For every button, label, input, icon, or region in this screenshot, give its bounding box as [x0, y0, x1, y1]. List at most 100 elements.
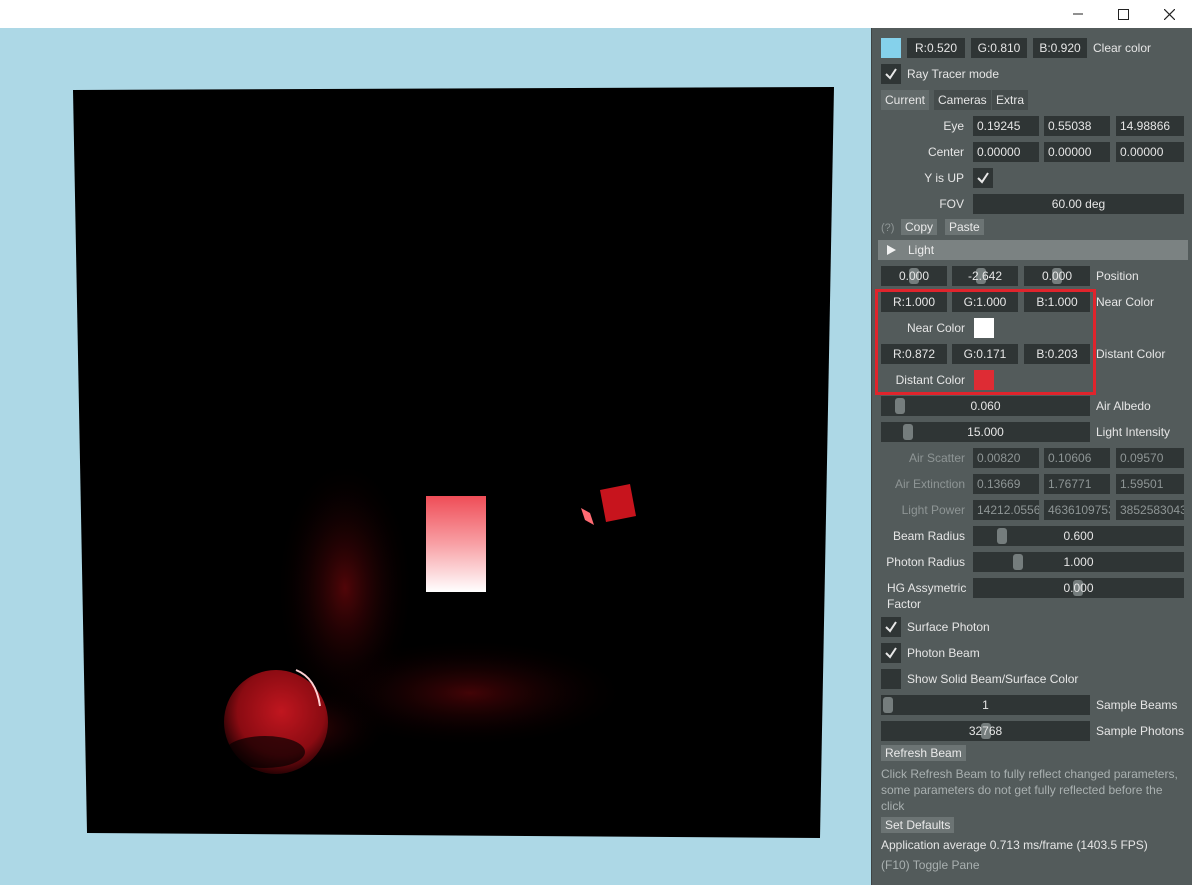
slider-grab[interactable] — [1013, 554, 1023, 570]
check-icon — [885, 621, 897, 633]
fov-label: FOV — [939, 197, 964, 211]
fps-readout: Application average 0.713 ms/frame (1403… — [881, 838, 1148, 852]
light-intensity-slider[interactable]: 15.000 — [881, 422, 1090, 442]
slider-grab[interactable] — [883, 697, 893, 713]
air-extinction-label: Air Extinction — [894, 477, 965, 491]
note-line-1: Click Refresh Beam to fully reflect chan… — [881, 767, 1178, 781]
air-albedo-value: 0.060 — [970, 399, 1001, 413]
near-color-label: Near Color — [1096, 295, 1155, 309]
position-label: Position — [1096, 269, 1139, 283]
highlight-box — [875, 289, 1096, 395]
position-y-slider[interactable]: -2.642 — [952, 266, 1018, 286]
tab-current[interactable]: Current — [881, 90, 930, 110]
sample-beams-slider[interactable]: 1 — [881, 695, 1090, 715]
position-y-value: -2.642 — [967, 269, 1003, 283]
close-button[interactable] — [1146, 0, 1192, 28]
air-scatter-g: 0.10606 — [1044, 448, 1110, 468]
light-intensity-value: 15.000 — [967, 425, 1004, 439]
position-z-slider[interactable]: 0.000 — [1024, 266, 1090, 286]
minimize-button[interactable] — [1055, 0, 1101, 28]
set-defaults-button[interactable]: Set Defaults — [881, 817, 955, 833]
clear-color-swatch[interactable] — [881, 38, 901, 58]
photon-beam-label: Photon Beam — [907, 646, 980, 660]
render-viewport[interactable] — [0, 28, 871, 885]
center-label: Center — [927, 145, 964, 159]
center-y-field[interactable]: 0.00000 — [1044, 142, 1110, 162]
check-icon — [885, 647, 897, 659]
minimize-icon — [1073, 13, 1083, 15]
show-solid-checkbox[interactable] — [881, 669, 901, 689]
settings-panel: R:0.520 G:0.810 B:0.920 Clear color Ray … — [871, 28, 1192, 885]
eye-x-field[interactable]: 0.19245 — [973, 116, 1039, 136]
photon-radius-slider[interactable]: 1.000 — [973, 552, 1184, 572]
air-scatter-r: 0.00820 — [973, 448, 1039, 468]
air-extinction-r: 0.13669 — [973, 474, 1039, 494]
light-power-b: 38525830432 — [1116, 500, 1184, 520]
rendered-scene — [73, 87, 834, 838]
air-albedo-slider[interactable]: 0.060 — [881, 396, 1090, 416]
expand-arrow-icon — [887, 245, 896, 255]
photon-radius-label: Photon Radius — [886, 555, 965, 569]
fov-slider[interactable]: 60.00 deg — [973, 194, 1184, 214]
toggle-pane-hint: (F10) Toggle Pane — [881, 858, 980, 872]
ray-tracer-checkbox[interactable] — [881, 64, 901, 84]
light-power-label: Light Power — [901, 503, 965, 517]
refresh-beam-button[interactable]: Refresh Beam — [881, 745, 966, 761]
clear-color-label: Clear color — [1093, 41, 1152, 55]
light-header-label: Light — [908, 243, 935, 257]
beam-radius-label: Beam Radius — [892, 529, 965, 543]
ray-tracer-label: Ray Tracer mode — [907, 67, 1000, 81]
surface-photon-checkbox[interactable] — [881, 617, 901, 637]
center-z-field[interactable]: 0.00000 — [1116, 142, 1184, 162]
clear-b-field[interactable]: B:0.920 — [1033, 38, 1087, 58]
hg-factor-slider[interactable]: 0.000 — [973, 578, 1184, 598]
clear-r-field[interactable]: R:0.520 — [907, 38, 965, 58]
air-scatter-b: 0.09570 — [1116, 448, 1184, 468]
maximize-icon — [1117, 8, 1129, 20]
copy-button[interactable]: Copy — [901, 219, 938, 235]
tab-extra[interactable]: Extra — [992, 90, 1029, 110]
photon-beam-checkbox[interactable] — [881, 643, 901, 663]
sample-beams-label: Sample Beams — [1096, 698, 1178, 712]
air-scatter-label: Air Scatter — [908, 451, 965, 465]
photon-radius-value: 1.000 — [1063, 555, 1094, 569]
sample-photons-label: Sample Photons — [1096, 724, 1185, 738]
light-section-header[interactable]: Light — [878, 240, 1188, 260]
center-x-field[interactable]: 0.00000 — [973, 142, 1039, 162]
maximize-button[interactable] — [1100, 0, 1146, 28]
title-bar — [0, 0, 1192, 28]
slider-grab[interactable] — [895, 398, 905, 414]
position-z-value: 0.000 — [1041, 269, 1073, 283]
eye-y-field[interactable]: 0.55038 — [1044, 116, 1110, 136]
close-icon — [1163, 8, 1175, 20]
air-extinction-b: 1.59501 — [1116, 474, 1184, 494]
light-power-g: 46361097536 — [1044, 500, 1110, 520]
hg-factor-value: 0.000 — [1063, 581, 1094, 595]
paste-button[interactable]: Paste — [945, 219, 984, 235]
slider-grab[interactable] — [997, 528, 1007, 544]
show-solid-label: Show Solid Beam/Surface Color — [907, 672, 1079, 686]
distant-color-label: Distant Color — [1096, 347, 1166, 361]
sample-photons-value: 32768 — [968, 724, 1003, 738]
surface-photon-label: Surface Photon — [907, 620, 990, 634]
eye-label: Eye — [943, 119, 964, 133]
check-icon — [977, 172, 989, 184]
check-icon — [885, 68, 897, 80]
air-extinction-g: 1.76771 — [1044, 474, 1110, 494]
y-is-up-label: Y is UP — [924, 171, 964, 185]
clear-g-field[interactable]: G:0.810 — [971, 38, 1027, 58]
beam-radius-slider[interactable]: 0.600 — [973, 526, 1184, 546]
eye-z-field[interactable]: 14.98866 — [1116, 116, 1184, 136]
y-is-up-checkbox[interactable] — [973, 168, 993, 188]
sample-beams-value: 1 — [982, 698, 989, 712]
note-line-3: click — [881, 799, 905, 813]
light-power-r: 14212.05566 — [973, 500, 1039, 520]
slider-grab[interactable] — [903, 424, 913, 440]
sample-photons-slider[interactable]: 32768 — [881, 721, 1090, 741]
hg-label-line2: Factor — [887, 597, 922, 611]
tab-cameras[interactable]: Cameras — [934, 90, 991, 110]
note-line-2: some parameters do not get fully reflect… — [881, 783, 1163, 797]
help-marker[interactable]: (?) — [881, 218, 894, 238]
light-intensity-label: Light Intensity — [1096, 425, 1171, 439]
position-x-slider[interactable]: 0.000 — [881, 266, 947, 286]
